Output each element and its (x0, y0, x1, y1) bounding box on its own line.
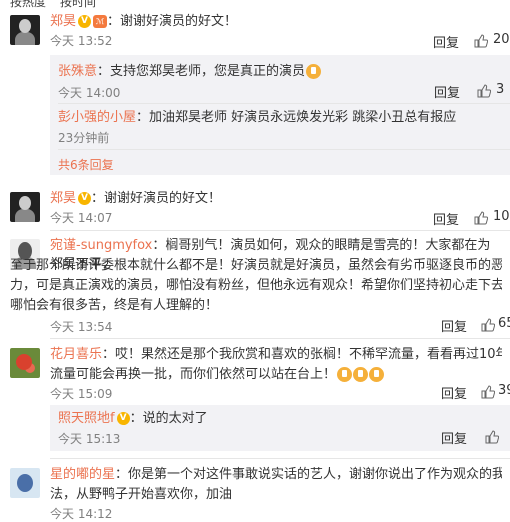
sub-reply-text: ：支持您郑昊老师，您是真正的演员 (97, 64, 306, 79)
thumbs-up-emoji (353, 367, 369, 382)
comment-text-line: 郑昊 V ：谢谢好演员的好文！ (50, 189, 502, 208)
divider (58, 149, 510, 150)
thumbs-up-emoji (337, 367, 353, 382)
like-count: 106 (493, 209, 510, 224)
comment-text: 至于那个所谓评委根本就什么都不是！好演员就是好演员，虽然会有劣币驱逐良币的恶劣 (10, 258, 502, 273)
avatar[interactable] (10, 348, 40, 378)
like-count: 204 (493, 32, 510, 47)
comment-text: 哪怕会有很多苦，终是有人理解的！ (10, 298, 219, 313)
comment-time: 今天 15:09 (50, 387, 113, 401)
comment-text: ：你是第一个对这件事敢说实话的艺人，谢谢你说出了作为观众的我们的想 (115, 467, 502, 482)
sub-reply-time: 今天 15:13 (58, 432, 121, 446)
username-link[interactable]: 郑昊 (50, 191, 76, 206)
sub-reply-time: 今天 14:00 (58, 86, 121, 100)
sub-reply-time: 23分钟前 (58, 131, 110, 145)
username-link[interactable]: 郑昊 (50, 14, 76, 29)
comment-text-line: 郑昊 V ℳ ：谢谢好演员的好文！ (50, 12, 502, 31)
comment-text: 法，从野鸭子开始喜欢你，加油 (50, 487, 233, 502)
comment-item: 宛谨-sungmyfox：榈哥别气！演员如何，观众的眼睛是雪亮的！大家都在为郑昊… (0, 234, 510, 335)
username-link[interactable]: 宛谨-sungmyfox (50, 238, 152, 253)
like-count: 39 (498, 383, 510, 398)
thumbs-up-icon[interactable] (485, 430, 499, 444)
sub-reply-box: 张殊意：支持您郑昊老师，您是真正的演员 今天 14:00 回复 3 彭小强的小屋… (50, 55, 510, 175)
sub-reply-text-line: 照天照地f V ：说的太对了 (58, 409, 510, 428)
reply-button[interactable]: 回复 (433, 32, 459, 51)
reply-button[interactable]: 回复 (433, 209, 459, 228)
comment-item: 星的嘟的星：你是第一个对这件事敢说实话的艺人，谢谢你说出了作为观众的我们的想 法… (0, 463, 510, 521)
sub-reply-username-link[interactable]: 张殊意 (58, 64, 97, 79)
v-badge-icon: V (116, 412, 130, 425)
comment-text-line: 流量可能会再换一批，而你们依然可以站在台上！ (50, 365, 502, 384)
sub-reply-button[interactable]: 回复 (434, 82, 460, 101)
username-link[interactable]: 星的嘟的星 (50, 467, 115, 482)
comment-text: 力，可是真正演戏的演员，哪怕没有粉丝，但他永远有观众！希望你们坚持初心走下去， (10, 278, 502, 293)
sub-reply-text: ：加油郑昊老师 好演员永远焕发光彩 跳梁小丑总有报应 (136, 110, 457, 125)
avatar[interactable] (10, 15, 40, 45)
sort-by-time-tab[interactable]: 按时间 (60, 0, 96, 8)
thumbs-up-emoji (306, 64, 322, 79)
username-link[interactable]: 花月喜乐 (50, 347, 102, 362)
comment-time: 今天 14:07 (50, 211, 113, 225)
avatar[interactable] (10, 468, 40, 498)
comment-time: 今天 14:12 (50, 507, 113, 521)
v-badge-icon: V (78, 15, 92, 28)
divider (50, 230, 510, 231)
sub-reply-button[interactable]: 回复 (441, 428, 467, 447)
thumbs-up-icon[interactable] (481, 318, 495, 332)
thumbs-up-icon[interactable] (481, 385, 495, 399)
avatar[interactable] (10, 192, 40, 222)
sort-by-hot-tab[interactable]: 按热度 (10, 0, 46, 8)
v-badge-icon: V (78, 192, 92, 205)
comment-text: 流量可能会再换一批，而你们依然可以站在台上！ (50, 367, 337, 382)
sub-reply-text: ：说的太对了 (129, 411, 208, 426)
divider (50, 338, 510, 339)
reply-button[interactable]: 回复 (441, 383, 467, 402)
sub-reply-text-line: 彭小强的小屋：加油郑昊老师 好演员永远焕发光彩 跳梁小丑总有报应 (58, 108, 510, 127)
like-count: 65 (498, 316, 510, 331)
thumbs-up-icon[interactable] (474, 34, 488, 48)
more-replies-link[interactable]: 共6条回复 (58, 156, 114, 173)
sub-reply-username-link[interactable]: 彭小强的小屋 (58, 110, 136, 125)
comment-text-line: 花月喜乐：哎！果然还是那个我欣赏和喜欢的张榈！不稀罕流量，看看再过10年20年， (50, 345, 502, 364)
comment-text: ：谢谢好演员的好文！ (107, 14, 238, 29)
comment-time: 今天 13:54 (50, 320, 113, 334)
thumbs-up-icon[interactable] (477, 84, 491, 98)
thumbs-up-emoji (369, 367, 385, 382)
comment-item: 郑昊V：谢谢好演员的好文！ 今天 14:07 回复 106 (0, 187, 510, 229)
comment-text-line: 星的嘟的星：你是第一个对这件事敢说实话的艺人，谢谢你说出了作为观众的我们的想 (50, 465, 502, 484)
sub-like-count: 3 (496, 82, 505, 97)
comment-text: ：哎！果然还是那个我欣赏和喜欢的张榈！不稀罕流量，看看再过10年20年， (102, 347, 502, 362)
comment-item: 郑昊Vℳ：谢谢好演员的好文！ 今天 13:52 回复 204 张殊意：支持您郑昊… (0, 10, 510, 180)
sub-reply-text-line: 张殊意：支持您郑昊老师，您是真正的演员 (58, 62, 510, 81)
comment-text: ：谢谢好演员的好文！ (91, 191, 222, 206)
sub-reply-username-link[interactable]: 照天照地f (58, 411, 115, 426)
comment-item: 花月喜乐：哎！果然还是那个我欣赏和喜欢的张榈！不稀罕流量，看看再过10年20年，… (0, 343, 510, 455)
sub-reply-box: 照天照地f V ：说的太对了 今天 15:13 回复 (50, 405, 510, 451)
divider (58, 103, 510, 104)
sort-tabs: 按热度 按时间 (0, 0, 510, 8)
thumbs-up-icon[interactable] (474, 211, 488, 225)
level-badge-icon: ℳ (93, 15, 108, 28)
comment-time: 今天 13:52 (50, 34, 113, 48)
divider (50, 458, 510, 459)
reply-button[interactable]: 回复 (441, 316, 467, 335)
